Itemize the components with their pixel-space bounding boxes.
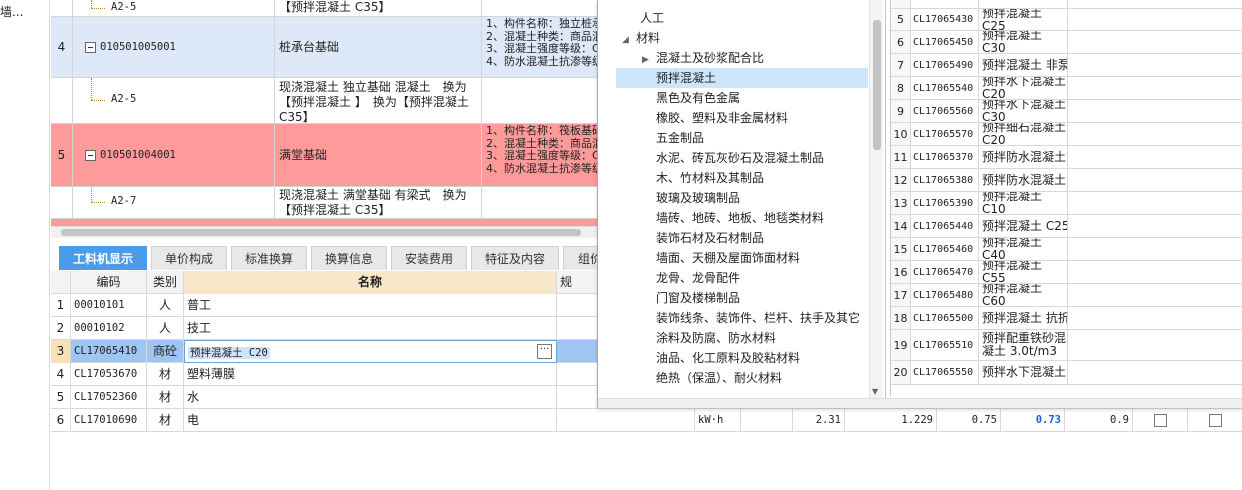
tree-item[interactable]: 五金制品 [656,128,704,148]
tree-item[interactable]: 黑色及有色金属 [656,88,740,108]
tab-pricing[interactable]: 组价 [563,246,597,270]
tree-item[interactable]: 油品、化工原料及胶粘材料 [656,348,800,368]
material-row[interactable]: 12 CL17065380 预拌防水混凝土 P6 C25 [891,169,1242,192]
tree-item[interactable]: 人工 [640,8,664,28]
material-row[interactable]: 10 CL17065570 预拌细石混凝土 C20 [891,123,1242,146]
quota-code: A2-5 [111,93,137,105]
item-name: 桩承台基础 [275,17,482,77]
item-name: 满堂基础 [275,124,482,186]
tab-standard-conversion[interactable]: 标准换算 [231,246,307,270]
tab-labor-material-machine[interactable]: 工料机显示 [59,246,147,270]
item-code: 010501005001 [100,41,176,53]
quota-code: A2-5 [111,1,137,13]
quota-name: 现浇混凝土 独立基础 混凝土 换为【预拌混凝土 】 换为【预拌混凝土 C35】 [275,78,482,123]
tab-conversion-info[interactable]: 换算信息 [311,246,387,270]
material-row[interactable]: 11 CL17065370 预拌防水混凝土 C20 P6 [891,146,1242,169]
tree-item[interactable]: 龙骨、龙骨配件 [656,268,740,288]
material-row[interactable]: 7 CL17065490 预拌混凝土 非泵送 C20 [891,54,1242,77]
material-list: 5 CL17065430 预拌混凝土 C25 6 CL17065450 预拌混凝… [890,0,1242,396]
tree-item-selected[interactable]: 预拌混凝土 [616,68,868,88]
material-row[interactable]: 17 CL17065480 预拌混凝土 C60 [891,284,1242,307]
material-row[interactable]: 18 CL17065500 预拌混凝土 抗折4.5 [891,307,1242,330]
unit: kW·h [695,409,741,432]
material-row[interactable]: 9 CL17065560 预拌水下混凝土 C30 [891,100,1242,123]
vertical-scrollbar[interactable]: ▼ [869,0,883,398]
material-row[interactable]: 14 CL17065440 预拌混凝土 C25 S4 [891,215,1242,238]
material-row[interactable]: 6 CL17065450 预拌混凝土 C30 [891,31,1242,54]
category-tree: 人工 ◢ 材料 ▶ 混凝土及砂浆配合比 预拌混凝土 黑色及有色金属 橡胶、塑料及非金… [598,0,886,398]
tree-item[interactable]: 木、竹材料及其制品 [656,168,764,188]
quota-name: 现浇混凝土 满堂基础 有梁式 换为【预拌混凝土 C35】 [275,187,482,218]
header-code[interactable]: 编码 [71,271,147,294]
name-editor[interactable]: 预拌混凝土 C20 ··· [184,340,557,363]
horizontal-scrollbar[interactable] [51,226,597,238]
scrollbar-thumb[interactable] [61,229,581,236]
coefficient-value: 0.9 [1065,409,1133,432]
material-row[interactable]: 19 CL17065510 预拌配重铁砂混凝土 3.0t/m3 [891,330,1242,361]
tree-item[interactable]: 玻璃及玻璃制品 [656,188,740,208]
row-index: 5 [51,124,73,186]
tree-item[interactable]: 涂料及防腐、防水材料 [656,328,776,348]
tree-item[interactable]: 墙面、天棚及屋面饰面材料 [656,248,800,268]
price-value: 1.229 [845,409,937,432]
tab-unit-price[interactable]: 单价构成 [151,246,227,270]
material-row[interactable]: 13 CL17065390 预拌混凝土 C10 [891,192,1242,215]
tree-item[interactable]: ◢ 材料 [622,28,660,48]
material-row[interactable]: 16 CL17065470 预拌混凝土 C55 [891,261,1242,284]
table-row[interactable]: A2-5 【预拌混凝土 C35】 [51,0,597,17]
table-row[interactable]: A2-7 现浇混凝土 满堂基础 有梁式 换为【预拌混凝土 C35】 [51,187,597,219]
material-row[interactable]: 15 CL17065460 预拌混凝土 C40 [891,238,1242,261]
tree-item[interactable]: 装饰石材及石材制品 [656,228,764,248]
header-category[interactable]: 类别 [147,271,184,294]
material-row[interactable]: 20 CL17065550 预拌水下混凝土 C25 [891,361,1242,385]
material-row[interactable]: 5 CL17065430 预拌混凝土 C25 [891,9,1242,31]
collapse-toggle-icon[interactable] [85,41,96,53]
quota-name: 【预拌混凝土 C35】 [275,0,482,16]
quota-list-grid: A2-5 【预拌混凝土 C35】 4 010501005001 桩承台基础 1、… [51,0,597,238]
quota-code: A2-7 [111,195,137,207]
item-features: 1、构件名称：筏板基础 2、混凝土种类：商品混凝土 3、混凝土强度等级：C35 … [486,124,597,175]
checkbox[interactable] [1208,414,1222,427]
popup-footer [598,398,1242,408]
scrollbar-thumb[interactable] [873,20,881,150]
adjusted-value[interactable]: 0.73 [1001,409,1065,432]
tree-item[interactable]: 装饰线条、装饰件、栏杆、扶手及其它 [656,308,860,328]
tree-item[interactable]: 墙砖、地砖、地板、地毯类材料 [656,208,824,228]
tree-item[interactable]: 门窗及楼梯制品 [656,288,740,308]
header-name[interactable]: 名称 [184,271,557,294]
tree-item[interactable]: 橡胶、塑料及非金属材料 [656,108,788,128]
table-row[interactable]: 6 CL17010690 材 电 kW·h 2.31 1.229 0.75 0.… [51,409,1242,432]
table-row[interactable]: 4 010501005001 桩承台基础 1、构件名称：独立桩承台 2、混凝土种… [51,17,597,78]
tab-install-fee[interactable]: 安装费用 [391,246,467,270]
row-index: 4 [51,17,73,77]
tree-item[interactable]: 绝热（保温）、耐火材料 [656,368,782,388]
tab-features[interactable]: 特征及内容 [471,246,559,270]
item-features: 1、构件名称：独立桩承台 2、混凝土种类：商品混凝土 3、混凝土强度等级：C35… [486,17,597,68]
detail-tabs: 工料机显示 单价构成 标准换算 换算信息 安装费用 特征及内容 组价 [51,244,597,270]
table-row[interactable]: 5 010501004001 满堂基础 1、构件名称：筏板基础 2、混凝土种类：… [51,124,597,187]
item-code: 010501004001 [100,149,176,161]
expanded-arrow-icon[interactable]: ◢ [622,30,636,50]
left-navigation-strip: 墙... [0,0,50,490]
scroll-down-arrow-icon[interactable]: ▼ [872,387,878,396]
left-strip-label[interactable]: 墙... [0,3,23,20]
collapsed-arrow-icon[interactable]: ▶ [642,50,656,70]
tree-item[interactable]: ▶ 混凝土及砂浆配合比 [642,48,764,68]
browse-button[interactable]: ··· [537,344,552,359]
collapse-toggle-icon[interactable] [85,149,96,161]
quantity-value: 2.31 [793,409,845,432]
tree-item[interactable]: 水泥、砖瓦灰砂石及混凝土制品 [656,148,824,168]
name-editor-value[interactable]: 预拌混凝土 C20 [188,347,270,359]
material-row[interactable]: 8 CL17065540 预拌水下混凝土 C20 [891,77,1242,100]
checkbox[interactable] [1153,414,1167,427]
material-selector-popup: 人工 ◢ 材料 ▶ 混凝土及砂浆配合比 预拌混凝土 黑色及有色金属 橡胶、塑料及非金… [597,0,1242,408]
rate-value: 0.75 [937,409,1001,432]
table-row[interactable]: A2-5 现浇混凝土 独立基础 混凝土 换为【预拌混凝土 】 换为【预拌混凝土 … [51,78,597,124]
